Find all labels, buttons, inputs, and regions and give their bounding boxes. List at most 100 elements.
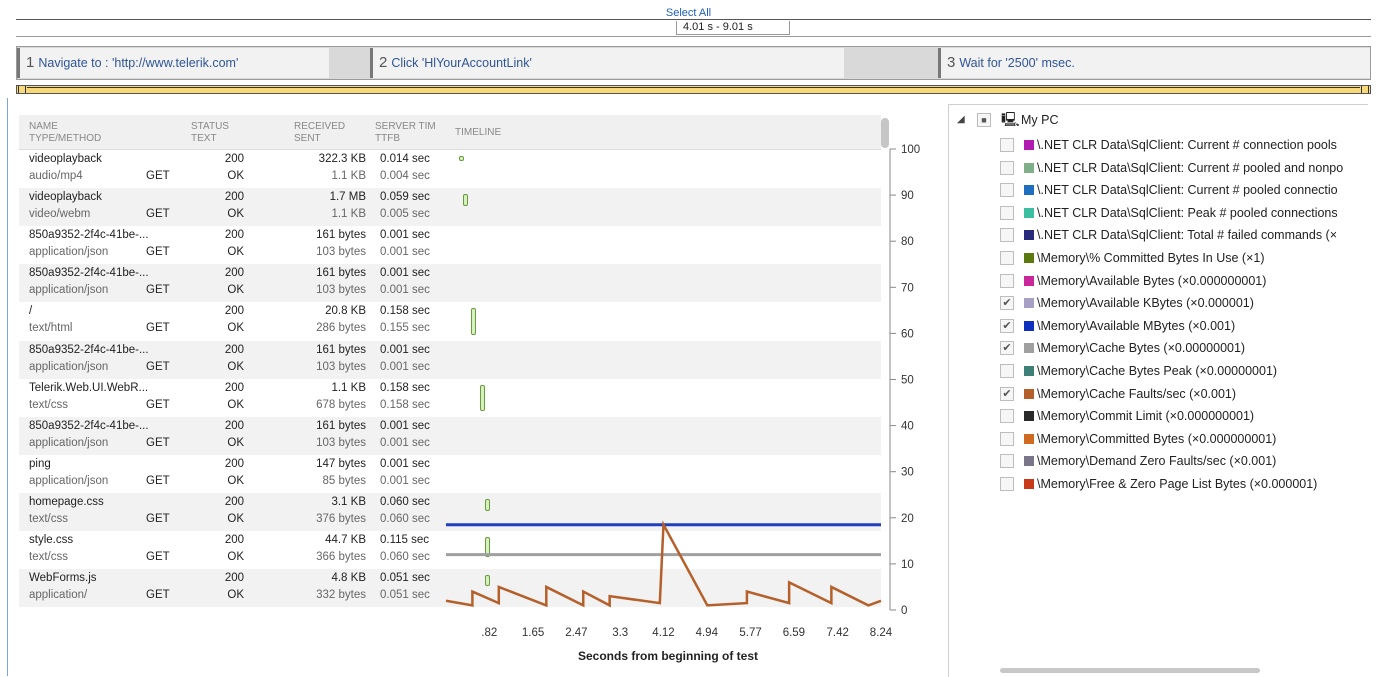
counter-checkbox[interactable]	[1000, 251, 1014, 265]
y-tick-label: 50	[901, 375, 914, 387]
performance-chart: 1009080706050403020100.82 1.65 2.47 3.3 4.12…	[445, 144, 920, 663]
cell-type: application/json	[29, 474, 109, 487]
counter-item[interactable]: \Memory\Committed Bytes (×0.000000001)	[949, 428, 1368, 450]
cell-received: 161 bytes	[316, 229, 366, 242]
cell-method: GET	[146, 170, 170, 182]
counter-checkbox[interactable]	[1000, 160, 1014, 175]
tree-root[interactable]: ◢ ■ 🖳 My PC	[949, 109, 1368, 131]
cell-status: 200	[224, 419, 244, 432]
header-type[interactable]: TYPE/METHOD	[29, 133, 101, 145]
counter-item[interactable]: \Memory\% Committed Bytes In Use (×1)	[949, 247, 1368, 269]
cell-type: audio/mp4	[29, 170, 83, 182]
counter-checkbox[interactable]	[1000, 409, 1014, 424]
counter-checkbox[interactable]	[1000, 138, 1014, 152]
cell-sent: 103 bytes	[316, 360, 366, 373]
counter-item[interactable]: \Memory\Commit Limit (×0.000000001)	[949, 405, 1368, 427]
counter-item[interactable]: ✔ \Memory\Available MBytes (×0.001)	[949, 315, 1368, 337]
counter-item[interactable]: \Memory\Available Bytes (×0.000000001)	[949, 270, 1368, 292]
cell-received: 4.8 KB	[331, 572, 366, 585]
cell-method: GET	[146, 322, 170, 335]
cell-sent: 366 bytes	[316, 551, 366, 563]
step-2[interactable]: 2 Click 'HlYourAccountLink'	[370, 48, 844, 78]
header-server[interactable]: SERVER TIM	[375, 121, 436, 133]
counter-label: \Memory\Cache Bytes Peak (×0.00000001)	[1037, 364, 1278, 378]
counter-checkbox[interactable]	[1000, 273, 1014, 288]
cell-status: 200	[224, 343, 244, 356]
header-sent[interactable]: SENT	[294, 133, 345, 145]
color-swatch	[1024, 388, 1034, 399]
cell-status-text: OK	[227, 474, 244, 487]
counter-item[interactable]: ✔ \Memory\Available KBytes (×0.000001)	[949, 292, 1368, 314]
range-label: 4.01 s - 9.01 s	[676, 21, 790, 35]
step-1[interactable]: 1 Navigate to : 'http://www.telerik.com'	[17, 48, 329, 78]
counter-checkbox[interactable]	[1000, 183, 1014, 198]
counter-label: \Memory\% Committed Bytes In Use (×1)	[1037, 251, 1265, 265]
counter-item[interactable]: ✔ \Memory\Cache Faults/sec (×0.001)	[949, 383, 1368, 405]
counter-checkbox[interactable]	[1000, 477, 1014, 491]
header-received[interactable]: RECEIVED	[294, 121, 345, 133]
counter-item[interactable]: ✔ \Memory\Cache Bytes (×0.00000001)	[949, 337, 1368, 359]
tree-horizontal-scrollbar[interactable]	[1000, 668, 1260, 673]
cell-sent: 103 bytes	[316, 436, 366, 449]
header-status[interactable]: STATUS	[191, 121, 229, 133]
counter-label: \Memory\Available MBytes (×0.001)	[1037, 318, 1236, 333]
collapse-icon[interactable]: ◢	[957, 109, 965, 131]
cell-server-time: 0.001 sec	[380, 229, 430, 242]
cell-received: 161 bytes	[316, 419, 366, 432]
scroller-right-handle[interactable]	[1361, 86, 1369, 93]
x-tick-label: 7.42	[827, 627, 849, 639]
cell-status-text: OK	[227, 436, 244, 449]
header-text[interactable]: TEXT	[191, 133, 229, 145]
timeline-scroller[interactable]	[16, 85, 1371, 94]
scroller-left-handle[interactable]	[18, 86, 26, 93]
cell-name: 850a9352-2f4c-41be-...	[29, 419, 149, 432]
cell-ttfb: 0.051 sec	[380, 589, 430, 602]
cell-sent: 1.1 KB	[331, 170, 366, 182]
root-checkbox[interactable]: ■	[977, 113, 991, 127]
cell-status-text: OK	[227, 284, 244, 297]
x-axis-label: Seconds from beginning of test	[578, 649, 758, 663]
counter-checkbox[interactable]: ✔	[1000, 386, 1014, 401]
counter-item[interactable]: \.NET CLR Data\SqlClient: Total # failed…	[949, 224, 1368, 246]
counter-checkbox[interactable]	[1000, 454, 1014, 469]
step-label: Navigate to : 'http://www.telerik.com'	[38, 56, 239, 70]
cell-ttfb: 0.005 sec	[380, 208, 430, 221]
counter-item[interactable]: \.NET CLR Data\SqlClient: Peak # pooled …	[949, 202, 1368, 224]
counter-label: \.NET CLR Data\SqlClient: Current # pool…	[1037, 160, 1344, 175]
counter-checkbox[interactable]	[1000, 431, 1014, 446]
counter-checkbox[interactable]	[1000, 228, 1014, 243]
x-tick-label: .82	[481, 627, 497, 639]
counter-checkbox[interactable]: ✔	[1000, 341, 1014, 356]
counter-item[interactable]: \Memory\Demand Zero Faults/sec (×0.001)	[949, 450, 1368, 472]
counter-checkbox[interactable]	[1000, 364, 1014, 378]
counter-item[interactable]: \.NET CLR Data\SqlClient: Current # pool…	[949, 157, 1368, 179]
color-swatch	[1024, 185, 1034, 196]
counter-item[interactable]: \Memory\Cache Bytes Peak (×0.00000001)	[949, 360, 1368, 382]
header-ttfb[interactable]: TTFB	[375, 133, 436, 145]
cell-type: application/json	[29, 284, 109, 297]
header-name[interactable]: NAME	[29, 121, 101, 133]
cell-name: 850a9352-2f4c-41be-...	[29, 343, 149, 356]
counter-item[interactable]: \Memory\Free & Zero Page List Bytes (×0.…	[949, 473, 1368, 495]
counter-checkbox[interactable]	[1000, 205, 1014, 220]
cell-name: WebForms.js	[29, 572, 97, 585]
cell-status-text: OK	[227, 208, 244, 221]
step-3[interactable]: 3 Wait for '2500' msec.	[938, 48, 1370, 78]
step-label: Wait for '2500' msec.	[959, 56, 1075, 70]
cell-status: 200	[224, 381, 244, 394]
counter-item[interactable]: \.NET CLR Data\SqlClient: Current # conn…	[949, 134, 1368, 156]
cell-type: text/css	[29, 512, 68, 525]
cell-name: videoplayback	[29, 191, 102, 204]
cell-server-time: 0.158 sec	[380, 305, 430, 318]
cell-method: GET	[146, 398, 170, 411]
counter-item[interactable]: \.NET CLR Data\SqlClient: Current # pool…	[949, 179, 1368, 201]
counter-checkbox[interactable]: ✔	[1000, 296, 1014, 311]
select-all-link[interactable]: Select All	[0, 7, 1377, 19]
x-tick-label: 5.77	[739, 627, 761, 639]
color-swatch	[1024, 253, 1034, 263]
cell-ttfb: 0.155 sec	[380, 322, 430, 335]
counter-checkbox[interactable]: ✔	[1000, 318, 1014, 333]
cell-type: application/json	[29, 436, 109, 449]
cell-received: 161 bytes	[316, 343, 366, 356]
y-tick-label: 100	[901, 144, 920, 156]
